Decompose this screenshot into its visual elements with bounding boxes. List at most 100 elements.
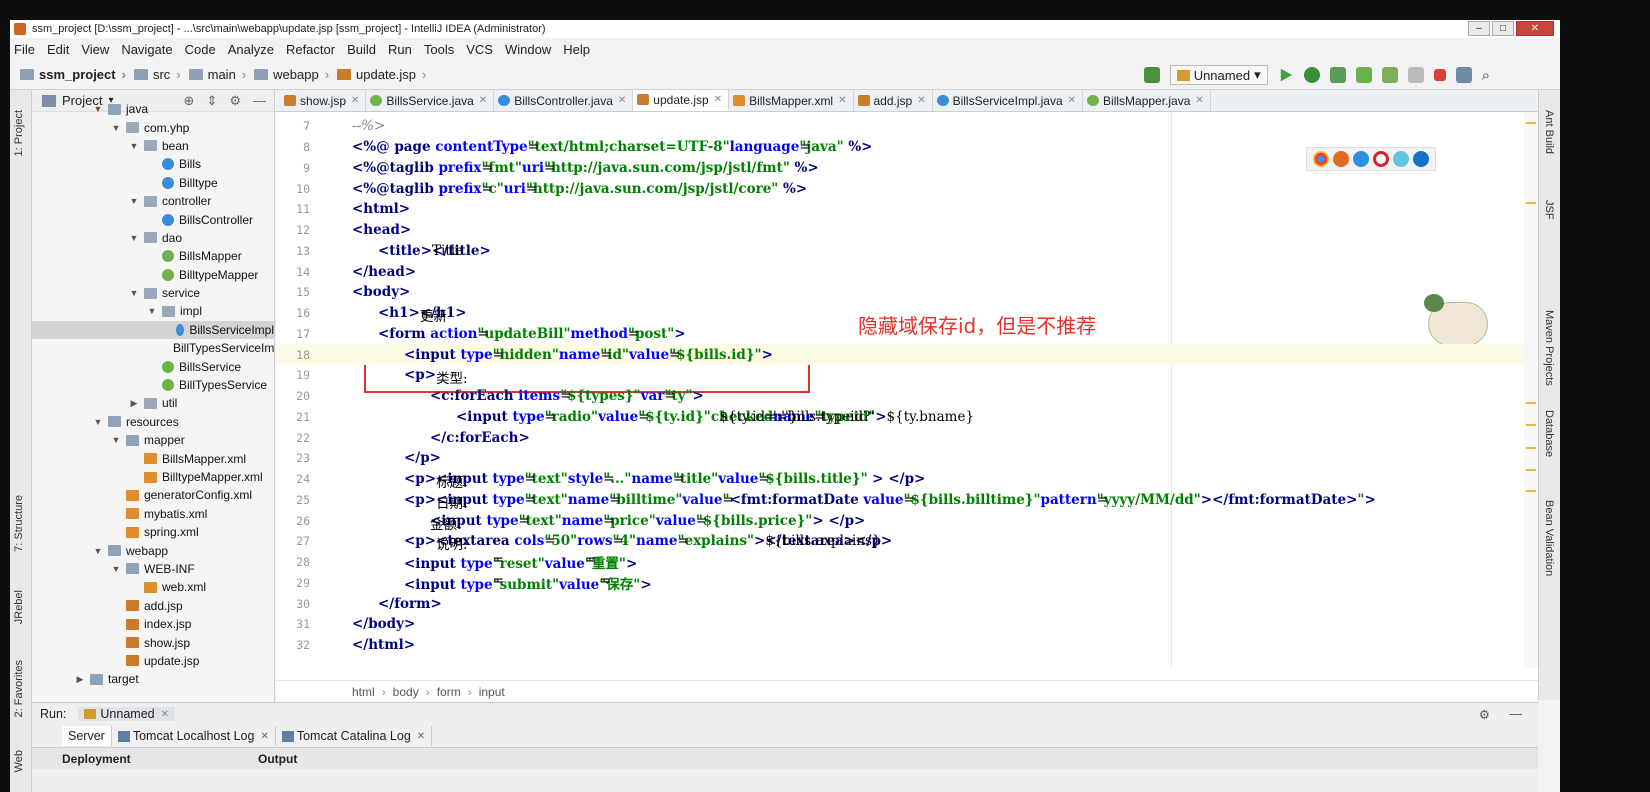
tree-node[interactable]: index.jsp bbox=[32, 615, 274, 633]
tool-tab-1-project[interactable]: 1: Project bbox=[13, 110, 25, 156]
tool-tab-maven-projects[interactable]: Maven Projects bbox=[1543, 310, 1555, 386]
tree-node[interactable]: Billtype bbox=[32, 174, 274, 192]
tree-node[interactable]: BillTypesServiceImpl bbox=[32, 339, 274, 357]
menu-view[interactable]: View bbox=[81, 42, 109, 57]
tool-tab-2-favorites[interactable]: 2: Favorites bbox=[13, 660, 25, 717]
tree-node[interactable]: BillsMapper.xml bbox=[32, 449, 274, 467]
nav-crumb[interactable]: src › bbox=[133, 67, 181, 82]
maximize-button[interactable]: □ bbox=[1492, 21, 1514, 36]
project-structure-icon[interactable] bbox=[1455, 67, 1472, 83]
editor-tab[interactable]: BillsService.java ✕ bbox=[366, 90, 495, 111]
menu-build[interactable]: Build bbox=[347, 42, 376, 57]
run-tab[interactable]: Server bbox=[62, 726, 112, 746]
tool-tab-database[interactable]: Database bbox=[1543, 410, 1555, 457]
breadcrumb-item[interactable]: input bbox=[479, 685, 505, 699]
breadcrumb-item[interactable]: body bbox=[393, 685, 419, 699]
coverage-icon[interactable] bbox=[1329, 67, 1346, 83]
tree-node[interactable]: BillsService bbox=[32, 357, 274, 375]
tree-node[interactable]: update.jsp bbox=[32, 652, 274, 670]
run-tab[interactable]: Tomcat Localhost Log ✕ bbox=[112, 726, 276, 746]
close-icon[interactable]: ✕ bbox=[714, 94, 722, 105]
editor-tab[interactable]: BillsController.java ✕ bbox=[494, 90, 634, 111]
tree-node[interactable]: web.xml bbox=[32, 578, 274, 596]
close-icon[interactable]: ✕ bbox=[618, 95, 626, 106]
close-icon[interactable]: ✕ bbox=[260, 731, 268, 742]
tree-node[interactable]: ▼ java bbox=[32, 100, 274, 118]
close-icon[interactable]: ✕ bbox=[479, 95, 487, 106]
chevron-down-icon[interactable]: ▼ bbox=[110, 123, 122, 133]
tree-node[interactable]: ▼ service bbox=[32, 284, 274, 302]
close-icon[interactable]: ✕ bbox=[1068, 95, 1076, 106]
menu-tools[interactable]: Tools bbox=[424, 42, 454, 57]
tree-node[interactable]: BilltypeMapper bbox=[32, 266, 274, 284]
hide-icon[interactable]: — bbox=[1510, 707, 1523, 721]
menu-run[interactable]: Run bbox=[388, 42, 412, 57]
tree-node[interactable]: ▼ webapp bbox=[32, 541, 274, 559]
tree-node[interactable]: Bills bbox=[32, 155, 274, 173]
stop-icon[interactable] bbox=[1433, 69, 1446, 81]
chevron-right-icon[interactable]: ▶ bbox=[128, 398, 140, 409]
chevron-down-icon[interactable]: ▼ bbox=[110, 435, 122, 445]
jrebel-run-icon[interactable] bbox=[1355, 67, 1372, 83]
editor-tab[interactable]: add.jsp ✕ bbox=[854, 90, 933, 111]
menu-file[interactable]: File bbox=[14, 42, 35, 57]
tool-tab-bean-validation[interactable]: Bean Validation bbox=[1543, 500, 1555, 576]
menu-help[interactable]: Help bbox=[563, 42, 590, 57]
close-icon[interactable]: ✕ bbox=[1195, 95, 1203, 106]
menu-window[interactable]: Window bbox=[505, 42, 551, 57]
tree-node[interactable]: add.jsp bbox=[32, 597, 274, 615]
tree-node[interactable]: ▶ util bbox=[32, 394, 274, 412]
editor-tab[interactable]: BillsMapper.java ✕ bbox=[1083, 90, 1211, 111]
menu-edit[interactable]: Edit bbox=[47, 42, 69, 57]
chevron-down-icon[interactable]: ▼ bbox=[92, 104, 104, 114]
close-icon[interactable]: ✕ bbox=[838, 95, 846, 106]
close-icon[interactable]: ✕ bbox=[161, 709, 169, 720]
menu-analyze[interactable]: Analyze bbox=[228, 42, 274, 57]
menu-refactor[interactable]: Refactor bbox=[286, 42, 335, 57]
tree-node[interactable]: show.jsp bbox=[32, 633, 274, 651]
close-icon[interactable]: ✕ bbox=[417, 731, 425, 742]
chevron-down-icon[interactable]: ▼ bbox=[92, 417, 104, 427]
tree-node[interactable]: ▼ mapper bbox=[32, 431, 274, 449]
tree-node[interactable]: ▼ com.yhp bbox=[32, 118, 274, 136]
editor-tab[interactable]: BillsServiceImpl.java ✕ bbox=[933, 90, 1084, 111]
tree-node[interactable]: BillsController bbox=[32, 210, 274, 228]
nav-crumb[interactable]: ssm_project › bbox=[20, 67, 126, 82]
chevron-down-icon[interactable]: ▼ bbox=[128, 233, 140, 243]
breadcrumb-item[interactable]: html bbox=[352, 685, 375, 699]
tool-tab-jrebel[interactable]: JRebel bbox=[13, 590, 25, 624]
tree-node[interactable]: spring.xml bbox=[32, 523, 274, 541]
nav-crumb[interactable]: webapp › bbox=[254, 67, 329, 82]
menu-navigate[interactable]: Navigate bbox=[121, 42, 172, 57]
chevron-down-icon[interactable]: ▼ bbox=[146, 306, 158, 316]
close-icon[interactable]: ✕ bbox=[351, 95, 359, 106]
tree-node[interactable]: ▼ resources bbox=[32, 413, 274, 431]
tree-node[interactable]: BilltypeMapper.xml bbox=[32, 468, 274, 486]
jrebel-debug-icon[interactable] bbox=[1381, 67, 1398, 83]
debug-icon[interactable] bbox=[1303, 67, 1320, 83]
tree-node[interactable]: ▼ impl bbox=[32, 302, 274, 320]
menu-vcs[interactable]: VCS bbox=[466, 42, 493, 57]
tool-tab-jsf[interactable]: JSF bbox=[1543, 200, 1555, 220]
chevron-down-icon[interactable]: ▼ bbox=[128, 196, 140, 206]
tree-node[interactable]: BillsMapper bbox=[32, 247, 274, 265]
chevron-down-icon[interactable]: ▼ bbox=[92, 546, 104, 556]
tree-node[interactable]: BillTypesService bbox=[32, 376, 274, 394]
menu-code[interactable]: Code bbox=[185, 42, 216, 57]
search-icon[interactable]: ⌕ bbox=[1482, 67, 1490, 84]
chevron-down-icon[interactable]: ▼ bbox=[110, 564, 122, 574]
editor-tab[interactable]: show.jsp ✕ bbox=[280, 90, 367, 111]
run-tab[interactable]: Tomcat Catalina Log ✕ bbox=[276, 726, 433, 746]
tree-node[interactable]: BillsServiceImpl bbox=[32, 320, 274, 340]
tree-node[interactable]: ▼ controller bbox=[32, 192, 274, 210]
tool-tab-web[interactable]: Web bbox=[13, 750, 25, 772]
run-config-tab[interactable]: Unnamed ✕ bbox=[78, 707, 175, 721]
nav-crumb[interactable]: update.jsp › bbox=[337, 67, 426, 82]
build-hammer-icon[interactable] bbox=[1143, 67, 1160, 83]
tree-node[interactable]: generatorConfig.xml bbox=[32, 486, 274, 504]
tree-node[interactable]: ▼ WEB-INF bbox=[32, 560, 274, 578]
tree-node[interactable]: mybatis.xml bbox=[32, 505, 274, 523]
code-editor[interactable]: 隐藏域保存id，但是不推荐 7 --%> 8 <%@ page contentType… bbox=[276, 112, 1538, 668]
nav-crumb[interactable]: main › bbox=[188, 67, 246, 82]
close-icon[interactable]: ✕ bbox=[917, 95, 925, 106]
